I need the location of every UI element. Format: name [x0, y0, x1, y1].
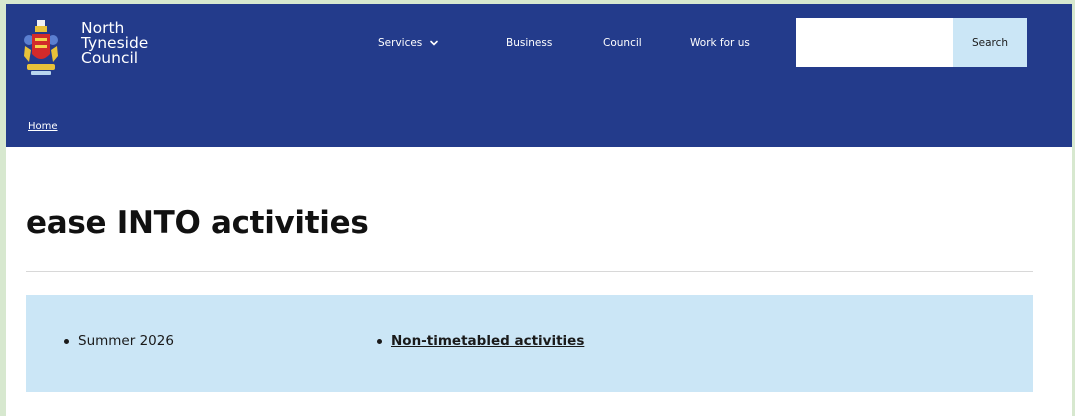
list-item-summer: Summer 2026 [64, 333, 174, 349]
bullet [64, 338, 69, 344]
list-item-label: Summer 2026 [78, 333, 174, 349]
title-divider [26, 271, 1033, 272]
nav-business[interactable]: Business [506, 37, 552, 49]
search-input[interactable] [796, 18, 953, 67]
list-item-non-timetabled: Non-timetabled activities [377, 333, 584, 349]
logo-line-3: Council [81, 49, 139, 67]
chevron-down-icon [430, 40, 439, 46]
crest-icon[interactable] [23, 18, 59, 78]
nav-council-label: Council [603, 37, 642, 49]
nav-business-label: Business [506, 37, 553, 49]
nav-work-for-us-label: Work for us [690, 37, 750, 49]
nav-services-label: Services [378, 37, 423, 49]
non-timetabled-activities-link[interactable]: Non-timetabled activities [391, 333, 584, 349]
site-header: North Tyneside Council Services Business… [6, 4, 1072, 147]
activities-panel: Summer 2026 Non-timetabled activities [26, 295, 1033, 392]
page-title: ease INTO activities [26, 205, 369, 241]
bullet [377, 338, 382, 344]
nav-work-for-us[interactable]: Work for us [690, 37, 750, 49]
nav-council[interactable]: Council [603, 37, 642, 49]
site-logo-text[interactable]: North Tyneside Council [81, 20, 148, 67]
nav-services[interactable]: Services [378, 37, 440, 49]
breadcrumb-home[interactable]: Home [28, 121, 58, 132]
search-button[interactable]: Search [953, 18, 1027, 67]
